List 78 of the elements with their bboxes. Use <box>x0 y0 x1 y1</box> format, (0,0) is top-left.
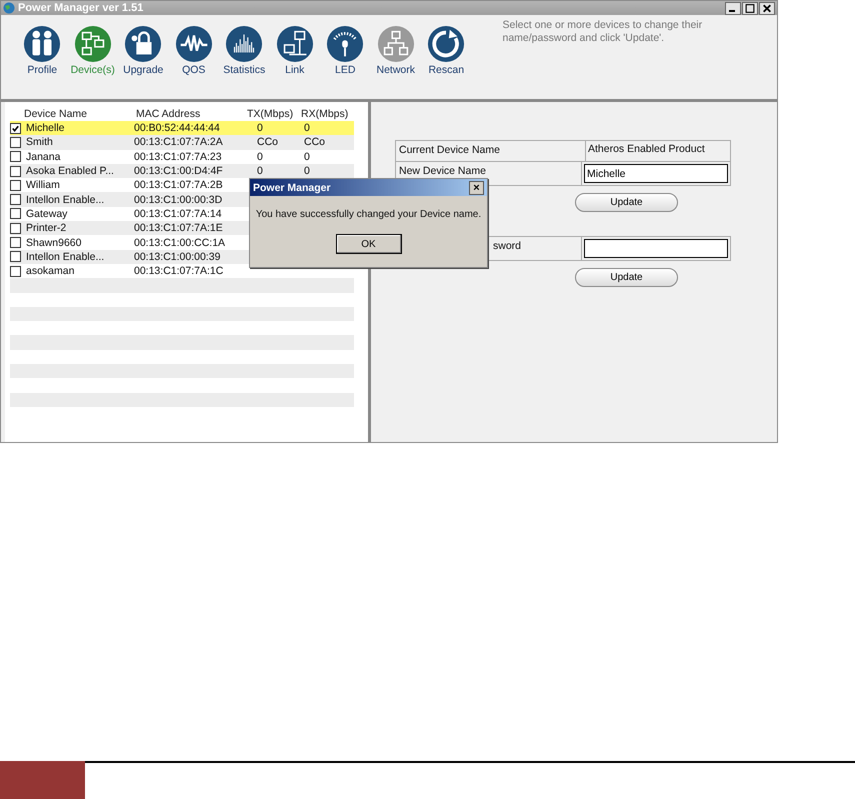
toolbar-button[interactable]: QOS <box>168 25 219 76</box>
hint-text: Select one or more devices to change their name/password and click 'Update'. <box>502 19 704 45</box>
minimize-icon <box>729 10 735 12</box>
mac-address: 00:13:C1:00:00:39 <box>134 250 222 263</box>
dialog-message: You have successfully changed your Device name. <box>256 209 482 220</box>
device-row[interactable]: asokaman 00:13:C1:07:7A:1C <box>10 264 354 278</box>
close-button[interactable]: × <box>469 180 484 194</box>
mac-address: 00:13:C1:00:00:3D <box>134 194 224 206</box>
maximize-icon <box>743 2 757 14</box>
checkbox[interactable] <box>10 122 21 134</box>
checkbox[interactable] <box>10 166 21 177</box>
checkbox[interactable] <box>10 208 21 220</box>
field-label: Current Device Name <box>396 141 586 161</box>
device-row[interactable]: Michelle 00:B0:52:44:44:44 0 0 <box>10 121 354 136</box>
column-header: TX(Mbps) <box>247 108 294 120</box>
device-row[interactable]: Smith 00:13:C1:07:7A:2A CCo CCo <box>10 135 354 150</box>
window-title: Power Manager ver 1.51 <box>18 2 144 14</box>
close-icon <box>760 2 774 14</box>
checkbox[interactable] <box>10 136 21 148</box>
current-device-name: Atheros Enabled Product <box>587 142 706 157</box>
column-header: Device Name <box>24 108 88 120</box>
toolbar-button[interactable]: Link <box>270 25 320 76</box>
minimize-button[interactable] <box>725 2 741 14</box>
device-name: Michelle <box>26 122 66 134</box>
checkbox[interactable] <box>10 180 21 191</box>
device-row[interactable]: Janana 00:13:C1:07:7A:23 0 0 <box>10 150 354 164</box>
device-name: Janana <box>26 150 62 163</box>
device-name: Printer-2 <box>26 222 68 234</box>
toolbar-button[interactable]: Device(s) <box>68 25 118 76</box>
update-button[interactable]: Update <box>575 193 678 212</box>
password-field[interactable] <box>584 239 728 258</box>
checkbox[interactable] <box>10 194 21 206</box>
dialog-title: Power Manager <box>253 182 331 194</box>
device-name: Gateway <box>26 208 68 220</box>
device-name: Asoka Enabled P... <box>26 165 115 178</box>
mac-address: 00:B0:52:44:44:44 <box>134 122 221 134</box>
tx-rate: 0 <box>257 165 263 178</box>
close-button[interactable] <box>759 2 775 14</box>
checkbox[interactable] <box>10 251 21 262</box>
checkbox[interactable] <box>10 222 21 234</box>
tx-rate: 0 <box>257 150 263 163</box>
rx-rate: CCo <box>304 136 326 148</box>
rx-rate: 0 <box>304 165 310 178</box>
device-name: William <box>26 179 61 192</box>
toolbar-button[interactable]: Rescan <box>421 25 472 76</box>
mac-address: 00:13:C1:07:7A:1C <box>134 265 224 278</box>
input-field[interactable]: Michelle <box>584 164 728 183</box>
device-name: Intellon Enable... <box>26 250 106 263</box>
checkbox[interactable] <box>10 266 21 277</box>
update-button[interactable]: Update <box>575 268 678 287</box>
device-name: asokaman <box>26 265 76 278</box>
maximize-button[interactable] <box>742 2 758 14</box>
column-header: MAC Address <box>136 108 202 120</box>
device-name: Shawn9660 <box>26 236 82 249</box>
globe-icon <box>3 2 15 14</box>
checkbox[interactable] <box>10 237 21 248</box>
rx-rate: 0 <box>304 150 310 163</box>
mac-address: 00:13:C1:07:7A:2A <box>134 136 224 148</box>
tx-rate: CCo <box>257 136 278 148</box>
device-name: Intellon Enable... <box>26 194 106 206</box>
mac-address: 00:13:C1:00:D4:4F <box>134 165 224 178</box>
field-label: sword <box>493 240 522 252</box>
mac-address: 00:13:C1:07:7A:14 <box>134 208 223 220</box>
mac-address: 00:13:C1:07:7A:1E <box>134 222 224 234</box>
device-row[interactable]: Asoka Enabled P... 00:13:C1:00:D4:4F 0 0 <box>10 164 354 178</box>
toolbar-button[interactable]: LED <box>320 25 370 76</box>
ok-button[interactable]: OK <box>336 234 402 254</box>
toolbar-button[interactable]: Statistics <box>219 25 270 76</box>
device-name: Smith <box>26 136 54 148</box>
checkbox[interactable] <box>10 151 21 162</box>
mac-address: 00:13:C1:07:7A:2B <box>134 179 224 192</box>
mac-address: 00:13:C1:07:7A:23 <box>134 150 223 163</box>
toolbar-button[interactable]: Profile <box>17 25 68 76</box>
rx-rate: 0 <box>304 122 310 134</box>
mac-address: 00:13:C1:00:CC:1A <box>134 236 226 249</box>
column-header: RX(Mbps) <box>301 108 348 120</box>
tx-rate: 0 <box>257 122 263 134</box>
toolbar-button[interactable]: Upgrade <box>118 25 168 76</box>
